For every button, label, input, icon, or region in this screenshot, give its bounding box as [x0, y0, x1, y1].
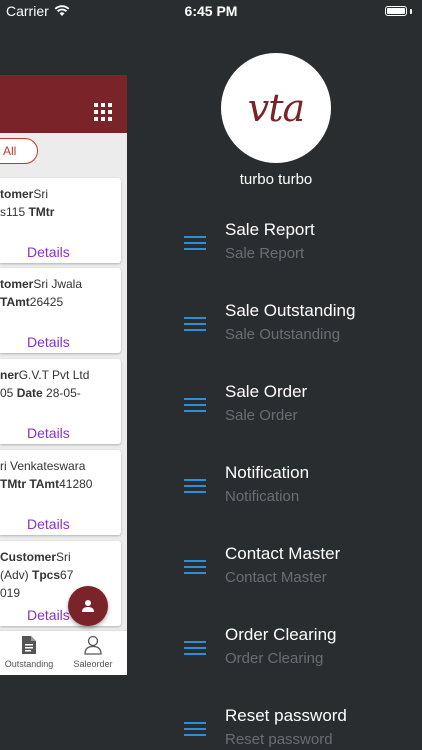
company-logo: vta: [221, 53, 331, 163]
details-link[interactable]: Details: [27, 244, 70, 260]
menu-item-subtitle: Sale Outstanding: [225, 326, 341, 343]
battery-icon: [385, 6, 412, 16]
list-item[interactable]: ri Venkateswara TMtr TAmt41280 Details: [0, 450, 121, 535]
menu-item-subtitle: Sale Order: [225, 407, 298, 424]
menu-item-sale-report[interactable]: Sale Report Sale Report: [184, 220, 414, 280]
logo-text: vta: [247, 86, 305, 130]
menu-item-subtitle: Sale Report: [225, 245, 305, 262]
app-header: [0, 75, 127, 133]
menu-icon: [184, 641, 206, 655]
status-time: 6:45 PM: [184, 3, 238, 19]
person-icon: [82, 600, 94, 612]
list-item[interactable]: tomerSri Jwala TAmt26425 Details: [0, 268, 121, 353]
bottom-nav: Outstanding Saleorder: [0, 630, 127, 675]
add-customer-button[interactable]: [68, 586, 108, 626]
menu-item-title: Contact Master: [225, 544, 341, 563]
menu-icon: [184, 722, 206, 736]
menu-item-subtitle: Contact Master: [225, 569, 327, 586]
background-screen: All tomerSri s115 TMtr Details tomerSri …: [0, 75, 127, 675]
menu-icon: [184, 236, 206, 250]
list-item[interactable]: tomerSri s115 TMtr Details: [0, 178, 121, 263]
menu-item-title: Order Clearing: [225, 625, 337, 644]
menu-item-subtitle: Order Clearing: [225, 650, 324, 667]
menu-item-subtitle: Notification: [225, 488, 300, 505]
menu-icon: [184, 317, 206, 331]
details-link[interactable]: Details: [27, 516, 70, 532]
tab-outstanding-label: Outstanding: [4, 659, 54, 669]
menu-icon: [184, 560, 206, 574]
details-link[interactable]: Details: [27, 425, 70, 441]
menu-item-title: Sale Report: [225, 220, 315, 239]
tab-saleorder-label: Saleorder: [73, 659, 113, 669]
menu-item-reset-password[interactable]: Reset password Reset password: [184, 706, 414, 750]
menu-item-title: Sale Order: [225, 382, 308, 401]
menu-item-order-clearing[interactable]: Order Clearing Order Clearing: [184, 625, 414, 685]
menu-item-notification[interactable]: Notification Notification: [184, 463, 414, 523]
menu-item-title: Reset password: [225, 706, 347, 725]
menu-item-title: Notification: [225, 463, 310, 482]
menu-item-subtitle: Reset password: [225, 731, 333, 748]
document-icon: [22, 636, 36, 654]
details-link[interactable]: Details: [27, 334, 70, 350]
list-item[interactable]: nerG.V.T Pvt Ltd 05 Date 28-05- Details: [0, 359, 121, 444]
status-bar: Carrier 6:45 PM: [0, 0, 422, 22]
menu-item-sale-order[interactable]: Sale Order Sale Order: [184, 382, 414, 442]
filter-all-button[interactable]: All: [0, 138, 38, 164]
menu-item-title: Sale Outstanding: [225, 301, 356, 320]
username: turbo turbo: [239, 171, 313, 188]
tab-saleorder[interactable]: Saleorder: [66, 635, 120, 669]
menu-item-sale-outstanding[interactable]: Sale Outstanding Sale Outstanding: [184, 301, 414, 361]
grid-menu-icon[interactable]: [94, 103, 112, 121]
details-link[interactable]: Details: [27, 607, 70, 623]
menu-icon: [184, 479, 206, 493]
menu-icon: [184, 398, 206, 412]
menu-item-contact-master[interactable]: Contact Master Contact Master: [184, 544, 414, 604]
tab-outstanding[interactable]: Outstanding: [0, 635, 63, 669]
user-outline-icon: [84, 635, 102, 655]
